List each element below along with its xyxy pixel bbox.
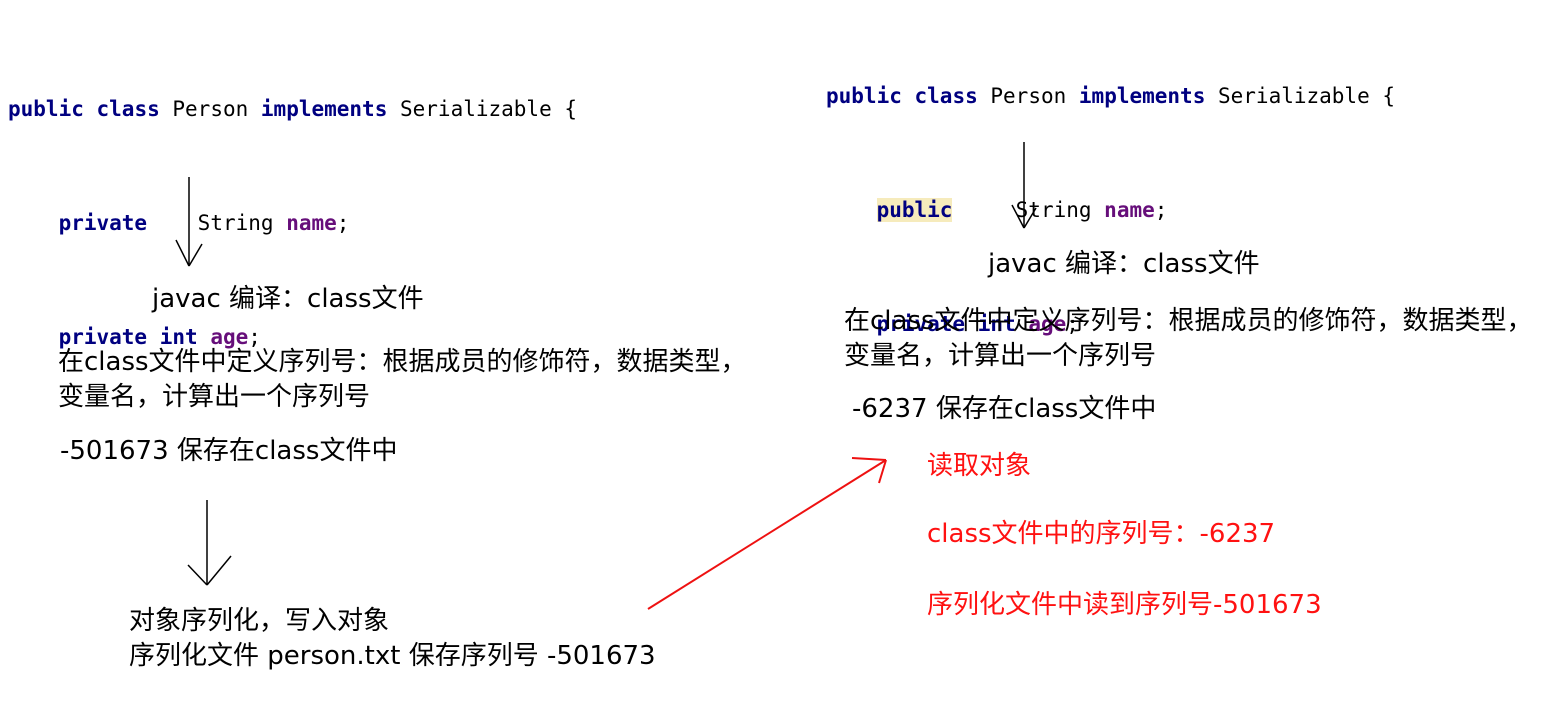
left-serialize-line-2: 序列化文件 person.txt 保存序列号 -501673: [129, 641, 656, 671]
right-define-line-2: 变量名，计算出一个序列号: [844, 341, 1157, 371]
left-define-line-2: 变量名，计算出一个序列号: [58, 382, 371, 412]
left-define-line-1: 在class文件中定义序列号：根据成员的修饰符，数据类型，: [58, 347, 747, 377]
left-serialize-line-1: 对象序列化，写入对象: [129, 606, 390, 636]
left-down-arrow-2: [187, 500, 232, 586]
right-define-line-1: 在class文件中定义序列号：根据成员的修饰符，数据类型，: [844, 306, 1533, 336]
right-serial-label: -6237 保存在class文件中: [852, 394, 1157, 424]
read-object-label: 读取对象: [927, 451, 1032, 481]
right-down-arrow: [1011, 142, 1037, 229]
left-compile-label: javac 编译：class文件: [152, 284, 424, 314]
file-serial-label: 序列化文件中读到序列号-501673: [927, 590, 1322, 620]
left-serial-label: -501673 保存在class文件中: [60, 436, 398, 466]
red-diagonal-arrow: [647, 457, 887, 610]
left-down-arrow-1: [175, 177, 203, 267]
right-compile-label: javac 编译：class文件: [988, 249, 1260, 279]
class-serial-label: class文件中的序列号：-6237: [927, 519, 1276, 549]
